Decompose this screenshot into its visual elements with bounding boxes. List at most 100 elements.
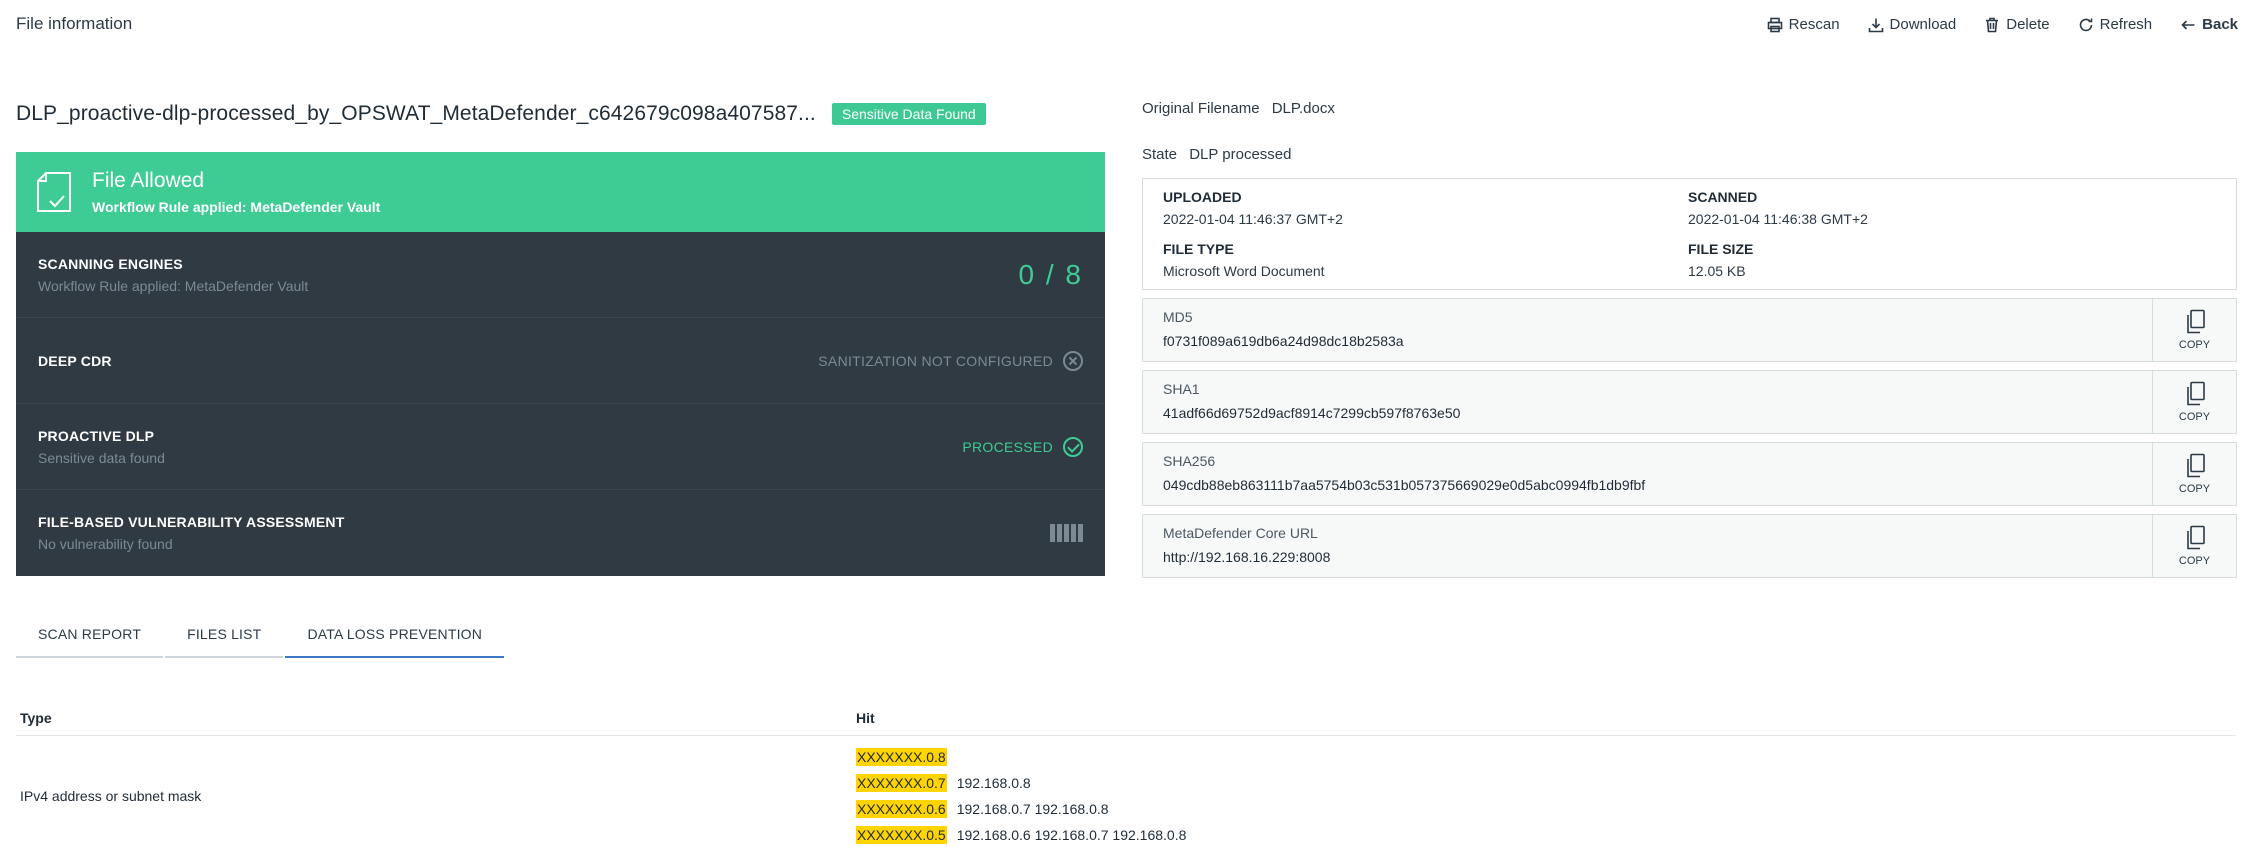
engine-desc: No vulnerability found xyxy=(38,536,173,552)
verdict-title: File Allowed xyxy=(92,169,205,192)
state-label: State xyxy=(1142,146,1178,163)
engine-status: SANITIZATION NOT CONFIGURED xyxy=(818,352,1053,369)
dlp-type: IPv4 address or subnet mask xyxy=(20,788,202,804)
copy-icon xyxy=(2186,525,2205,550)
scanned-label: SCANNED xyxy=(1688,189,1758,205)
delete-button[interactable]: Delete xyxy=(1984,16,2050,33)
table-row: IPv4 address or subnet mask XXXXXXX.0.8 … xyxy=(16,736,2236,847)
engine-row-proactive-dlp[interactable]: PROACTIVE DLP Sensitive data found PROCE… xyxy=(16,404,1105,490)
hit-context: 192.168.0.8 xyxy=(956,775,1031,791)
original-filename-value: DLP.docx xyxy=(1271,100,1335,117)
engine-desc: Sensitive data found xyxy=(38,449,165,466)
circle-x-icon xyxy=(1063,350,1083,371)
engine-row-deep-cdr[interactable]: DEEP CDR SANITIZATION NOT CONFIGURED xyxy=(16,318,1105,404)
copy-icon xyxy=(2186,309,2205,334)
filesize-value: 12.05 KB xyxy=(1688,263,1746,279)
circle-check-icon xyxy=(1063,436,1083,457)
copy-url-button[interactable]: COPY xyxy=(2152,515,2236,577)
engine-name: SCANNING ENGINES xyxy=(38,255,183,272)
hash-label: SHA256 xyxy=(1163,453,1216,469)
engine-row-vulnerability[interactable]: FILE-BASED VULNERABILITY ASSESSMENT No v… xyxy=(16,490,1105,576)
report-tabs: SCAN REPORT FILES LIST DATA LOSS PREVENT… xyxy=(16,612,505,658)
hash-label: MD5 xyxy=(1163,309,1193,325)
arrow-left-icon xyxy=(2181,19,2195,30)
copy-icon xyxy=(2186,453,2205,478)
status-badge: Sensitive Data Found xyxy=(831,103,986,125)
hash-value: f0731f089a619db6a24d98dc18b2583a xyxy=(1163,333,1404,349)
file-details-panel: Original Filename DLP.docx State DLP pro… xyxy=(1142,100,2237,578)
hash-md5: MD5 f0731f089a619db6a24d98dc18b2583a COP… xyxy=(1142,298,2237,362)
file-check-icon xyxy=(37,172,71,212)
hit-context: 192.168.0.7 192.168.0.8 xyxy=(956,801,1109,817)
download-button[interactable]: Download xyxy=(1868,16,1957,33)
filename-row: DLP_proactive-dlp-processed_by_OPSWAT_Me… xyxy=(16,102,986,126)
copy-label: COPY xyxy=(2178,411,2211,423)
copy-icon xyxy=(2186,381,2205,406)
uploaded-value: 2022-01-04 11:46:37 GMT+2 xyxy=(1163,211,1343,227)
rescan-button[interactable]: Rescan xyxy=(1767,16,1840,33)
hit-line: XXXXXXX.0.6 192.168.0.7 192.168.0.8 xyxy=(856,800,1186,818)
masked-hit: XXXXXXX.0.5 xyxy=(856,826,947,844)
engine-row-scanning[interactable]: SCANNING ENGINES Workflow Rule applied: … xyxy=(16,232,1105,318)
refresh-button[interactable]: Refresh xyxy=(2078,16,2152,33)
download-label: Download xyxy=(1889,16,1957,33)
hit-context: 192.168.0.6 192.168.0.7 192.168.0.8 xyxy=(956,827,1187,843)
hash-sha256: SHA256 049cdb88eb863111b7aa5754b03c531b0… xyxy=(1142,442,2237,506)
engines-list: SCANNING ENGINES Workflow Rule applied: … xyxy=(16,232,1105,576)
engine-name: PROACTIVE DLP xyxy=(38,427,155,444)
scanned-field: SCANNED 2022-01-04 11:46:38 GMT+2 xyxy=(1688,189,2216,227)
scan-summary-panel: File Allowed Workflow Rule applied: Meta… xyxy=(16,152,1105,576)
state-value: DLP processed xyxy=(1189,146,1292,163)
dlp-hits: XXXXXXX.0.8 XXXXXXX.0.7 192.168.0.8 XXXX… xyxy=(856,748,1186,844)
filesize-label: FILE SIZE xyxy=(1688,241,1754,257)
hit-line: XXXXXXX.0.8 xyxy=(856,748,1186,766)
masked-hit: XXXXXXX.0.6 xyxy=(856,800,947,818)
copy-sha1-button[interactable]: COPY xyxy=(2152,371,2236,433)
copy-label: COPY xyxy=(2178,483,2211,495)
copy-sha256-button[interactable]: COPY xyxy=(2152,443,2236,505)
engine-status: PROCESSED xyxy=(962,438,1053,455)
scanned-value: 2022-01-04 11:46:38 GMT+2 xyxy=(1688,211,1868,227)
engine-name: FILE-BASED VULNERABILITY ASSESSMENT xyxy=(38,514,345,530)
hash-value: http://192.168.16.229:8008 xyxy=(1163,549,1331,565)
copy-md5-button[interactable]: COPY xyxy=(2152,299,2236,361)
filetype-label: FILE TYPE xyxy=(1163,241,1234,257)
copy-label: COPY xyxy=(2178,339,2211,351)
tab-scan-report[interactable]: SCAN REPORT xyxy=(16,612,164,658)
page-title: File information xyxy=(16,14,133,33)
back-label: Back xyxy=(2202,16,2238,33)
file-info-box: UPLOADED 2022-01-04 11:46:37 GMT+2 SCANN… xyxy=(1142,178,2237,290)
engine-desc: Workflow Rule applied: MetaDefender Vaul… xyxy=(38,277,309,294)
column-header-type: Type xyxy=(20,709,52,726)
refresh-icon xyxy=(2079,18,2092,31)
verdict-subtitle: Workflow Rule applied: MetaDefender Vaul… xyxy=(92,199,381,215)
hash-value: 049cdb88eb863111b7aa5754b03c531b05737566… xyxy=(1163,477,1646,493)
delete-label: Delete xyxy=(2006,16,2050,33)
hit-line: XXXXXXX.0.7 192.168.0.8 xyxy=(856,774,1186,792)
filesize-field: FILE SIZE 12.05 KB xyxy=(1688,241,2216,279)
masked-hit: XXXXXXX.0.8 xyxy=(856,748,947,766)
printer-icon xyxy=(1767,17,1782,32)
state-line: State DLP processed xyxy=(1142,146,2237,164)
download-icon xyxy=(1868,18,1883,32)
hash-sha1: SHA1 41adf66d69752d9acf8914c7299cb597f87… xyxy=(1142,370,2237,434)
tab-files-list[interactable]: FILES LIST xyxy=(165,612,284,658)
trash-icon xyxy=(1986,17,1999,32)
original-filename-line: Original Filename DLP.docx xyxy=(1142,100,2237,118)
hash-label: SHA1 xyxy=(1163,381,1200,397)
original-filename-label: Original Filename xyxy=(1142,100,1260,117)
rescan-label: Rescan xyxy=(1788,16,1840,33)
copy-label: COPY xyxy=(2178,555,2211,567)
hash-value: 41adf66d69752d9acf8914c7299cb597f8763e50 xyxy=(1163,405,1461,421)
dlp-table: Type Hit IPv4 address or subnet mask XXX… xyxy=(16,700,2236,847)
hit-line: XXXXXXX.0.5 192.168.0.6 192.168.0.7 192.… xyxy=(856,826,1186,844)
verdict-banner: File Allowed Workflow Rule applied: Meta… xyxy=(16,152,1105,232)
filetype-field: FILE TYPE Microsoft Word Document xyxy=(1163,241,1688,279)
tab-data-loss-prevention[interactable]: DATA LOSS PREVENTION xyxy=(285,612,505,658)
uploaded-field: UPLOADED 2022-01-04 11:46:37 GMT+2 xyxy=(1163,189,1688,227)
masked-hit: XXXXXXX.0.7 xyxy=(856,774,947,792)
file-name: DLP_proactive-dlp-processed_by_OPSWAT_Me… xyxy=(16,102,816,125)
toolbar: Rescan Download Delete Refresh Back xyxy=(1767,16,2238,33)
engine-count: 0 / 8 xyxy=(1018,258,1083,290)
back-button[interactable]: Back xyxy=(2180,16,2238,33)
